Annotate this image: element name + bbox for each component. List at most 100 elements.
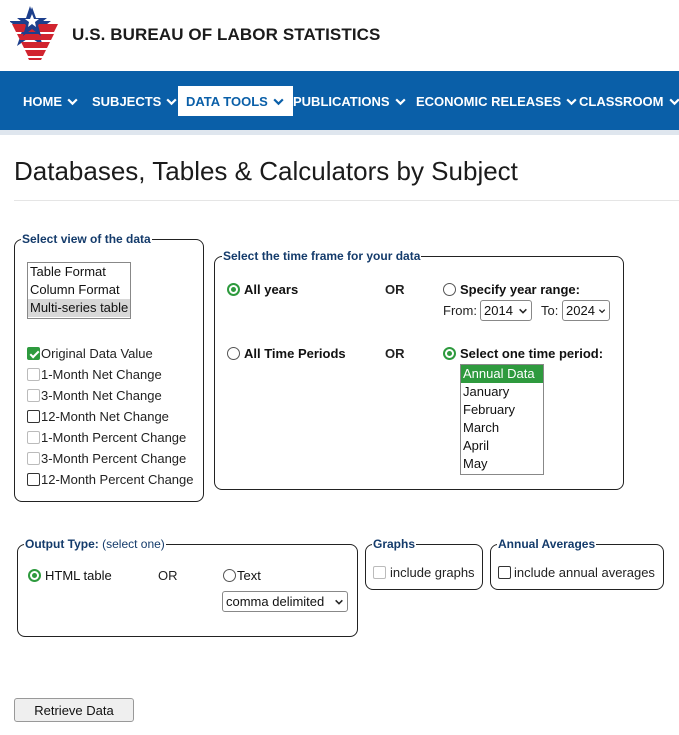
nav-label: HOME: [23, 93, 62, 109]
legend-label: Output Type:: [25, 537, 99, 551]
chevron-down-icon: [335, 599, 343, 605]
chevron-down-icon: [668, 98, 679, 105]
radio-one-period[interactable]: Select one time period:: [443, 346, 603, 361]
select-value: comma delimited: [226, 594, 325, 609]
checkbox-icon[interactable]: [498, 566, 511, 579]
chevron-down-icon: [166, 98, 177, 105]
period-option[interactable]: January: [461, 383, 543, 401]
delimiter-select[interactable]: comma delimited: [222, 591, 348, 612]
checkbox-label: 12-Month Percent Change: [41, 472, 194, 487]
checkbox-3m-net[interactable]: 3-Month Net Change: [27, 385, 202, 406]
nav-label: CLASSROOM: [579, 93, 664, 109]
checkbox-original-value[interactable]: Original Data Value: [27, 343, 202, 364]
radio-selected-icon[interactable]: [443, 347, 456, 360]
page-title: Databases, Tables & Calculators by Subje…: [14, 156, 518, 186]
format-listbox[interactable]: Table Format Column Format Multi-series …: [27, 262, 131, 319]
checkbox-label: 3-Month Net Change: [41, 388, 162, 403]
checkbox-label: 3-Month Percent Change: [41, 451, 187, 466]
checkbox-icon[interactable]: [373, 566, 386, 579]
annual-averages-legend: Annual Averages: [497, 537, 597, 551]
view-checkbox-list: Original Data Value 1-Month Net Change 3…: [27, 343, 202, 490]
chevron-down-icon: [519, 308, 527, 314]
radio-year-range[interactable]: Specify year range:: [443, 282, 580, 297]
or-label: OR: [385, 346, 405, 361]
radio-all-years[interactable]: All years: [227, 282, 298, 297]
radio-icon[interactable]: [227, 347, 240, 360]
radio-html-table[interactable]: HTML table: [28, 568, 112, 583]
nav-home[interactable]: HOME: [23, 86, 79, 116]
chevron-down-icon: [394, 98, 406, 105]
chevron-down-icon: [273, 98, 284, 105]
select-value: 2014: [484, 303, 513, 318]
format-option[interactable]: Column Format: [28, 281, 130, 299]
checkbox-label: include graphs: [390, 565, 475, 580]
format-option-selected[interactable]: Multi-series table: [28, 299, 130, 317]
checkbox-include-annual-averages[interactable]: include annual averages: [498, 562, 655, 583]
checkbox-icon[interactable]: [27, 431, 40, 444]
retrieve-data-button[interactable]: Retrieve Data: [14, 698, 134, 722]
bls-logo[interactable]: [10, 6, 60, 60]
radio-label: Text: [237, 568, 261, 583]
radio-icon[interactable]: [223, 569, 236, 582]
nav-label: SUBJECTS: [92, 93, 162, 109]
nav-subjects[interactable]: SUBJECTS: [92, 86, 178, 116]
title-divider: [14, 200, 679, 201]
or-label: OR: [158, 568, 178, 583]
checkbox-icon[interactable]: [27, 389, 40, 402]
nav-economic-releases[interactable]: ECONOMIC RELEASES: [416, 86, 578, 116]
checkbox-12m-pct[interactable]: 12-Month Percent Change: [27, 469, 202, 490]
radio-label: HTML table: [45, 568, 112, 583]
period-option[interactable]: March: [461, 419, 543, 437]
or-label: OR: [385, 282, 405, 297]
time-panel-legend: Select the time frame for your data: [222, 249, 422, 263]
radio-label: Specify year range:: [460, 282, 580, 297]
legend-note: (select one): [102, 537, 165, 551]
period-option[interactable]: April: [461, 437, 543, 455]
radio-text[interactable]: Text: [223, 568, 261, 583]
nav-label: PUBLICATIONS: [293, 93, 390, 109]
checkbox-label: 1-Month Net Change: [41, 367, 162, 382]
view-panel-legend: Select view of the data: [21, 232, 152, 246]
select-value: 2024: [566, 303, 595, 318]
checkbox-1m-net[interactable]: 1-Month Net Change: [27, 364, 202, 385]
checkbox-icon[interactable]: [27, 368, 40, 381]
checkbox-3m-pct[interactable]: 3-Month Percent Change: [27, 448, 202, 469]
graphs-panel-legend: Graphs: [372, 537, 417, 551]
radio-icon[interactable]: [443, 283, 456, 296]
output-panel-legend: Output Type: (select one): [24, 537, 166, 551]
checkbox-12m-net[interactable]: 12-Month Net Change: [27, 406, 202, 427]
to-year-select[interactable]: 2024: [562, 300, 610, 321]
radio-selected-icon[interactable]: [227, 283, 240, 296]
to-label: To:: [541, 303, 559, 318]
checkbox-icon[interactable]: [27, 473, 40, 486]
nav-classroom[interactable]: CLASSROOM: [579, 86, 679, 116]
nav-label: DATA TOOLS: [186, 93, 268, 109]
nav-divider: [0, 130, 679, 135]
radio-label: Select one time period:: [460, 346, 604, 361]
checkbox-icon[interactable]: [27, 410, 40, 423]
period-option[interactable]: February: [461, 401, 543, 419]
format-option[interactable]: Table Format: [28, 263, 130, 281]
period-option[interactable]: May: [461, 455, 543, 473]
checkbox-checked-icon[interactable]: [27, 347, 40, 360]
checkbox-1m-pct[interactable]: 1-Month Percent Change: [27, 427, 202, 448]
org-name[interactable]: U.S. BUREAU OF LABOR STATISTICS: [72, 25, 380, 45]
radio-label: All Time Periods: [244, 346, 346, 361]
chevron-down-icon: [67, 98, 78, 105]
chevron-down-icon: [566, 98, 577, 105]
checkbox-label: include annual averages: [514, 565, 655, 580]
nav-publications[interactable]: PUBLICATIONS: [293, 86, 407, 116]
checkbox-label: 12-Month Net Change: [41, 409, 169, 424]
radio-all-periods[interactable]: All Time Periods: [227, 346, 346, 361]
nav-label: ECONOMIC RELEASES: [416, 93, 562, 109]
checkbox-icon[interactable]: [27, 452, 40, 465]
checkbox-label: Original Data Value: [41, 346, 153, 361]
nav-data-tools[interactable]: DATA TOOLS: [178, 86, 293, 116]
radio-label: All years: [244, 282, 299, 297]
radio-selected-icon[interactable]: [28, 569, 41, 582]
period-option-selected[interactable]: Annual Data: [461, 365, 543, 383]
period-listbox[interactable]: Annual Data January February March April…: [460, 364, 544, 475]
from-year-select[interactable]: 2014: [480, 300, 532, 321]
checkbox-include-graphs[interactable]: include graphs: [373, 562, 475, 583]
from-label: From:: [443, 303, 477, 318]
